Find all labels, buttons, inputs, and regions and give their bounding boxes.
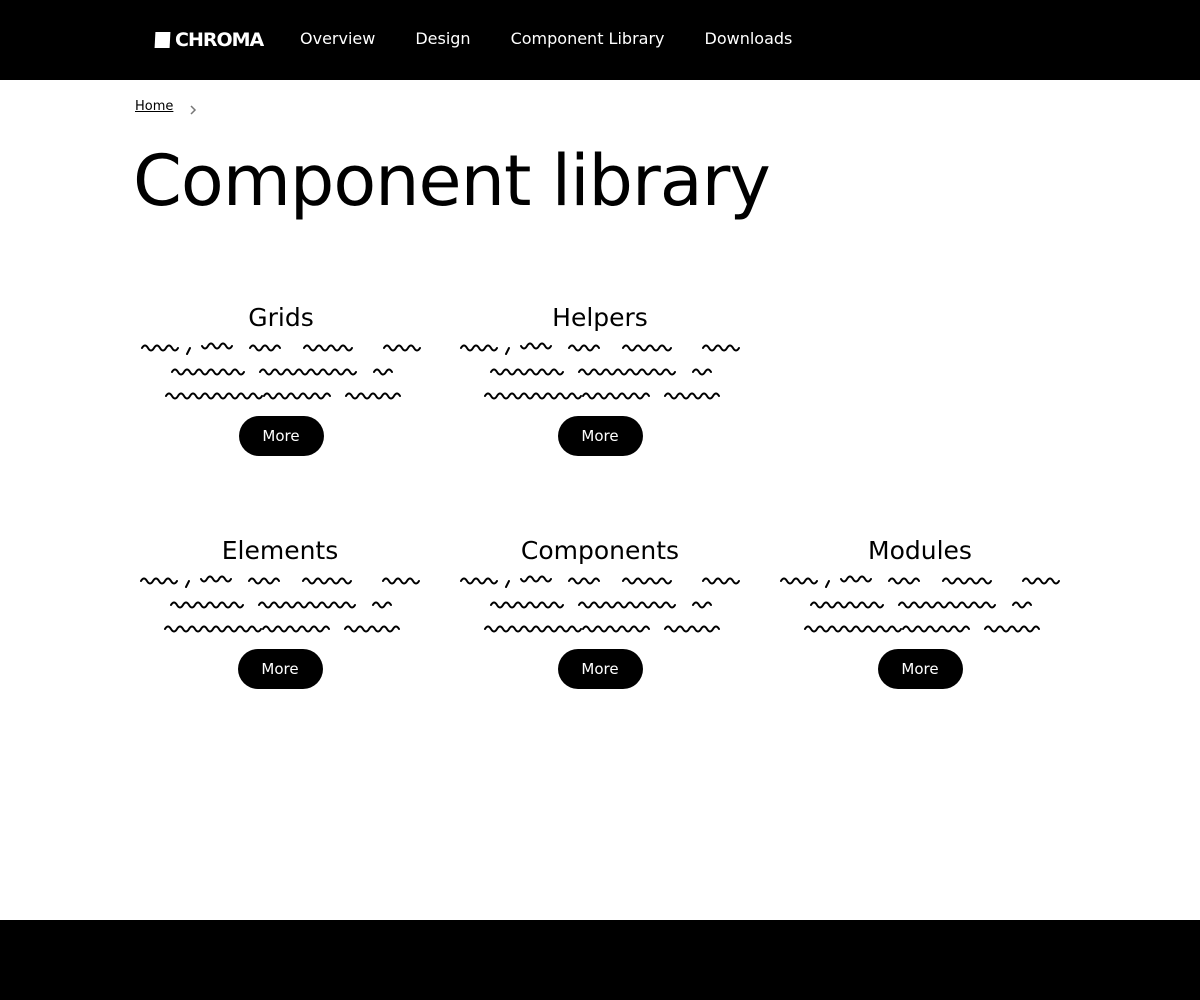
- placeholder-text-scribble: [141, 342, 421, 400]
- placeholder-text-scribble: [140, 575, 420, 633]
- placeholder-text-scribble: [780, 575, 1060, 633]
- placeholder-text-scribble: [460, 575, 740, 633]
- logo-square-icon: [154, 32, 171, 48]
- nav-item-downloads[interactable]: Downloads: [705, 29, 793, 48]
- more-button[interactable]: More: [237, 649, 323, 689]
- brand-name: CHROMA: [175, 29, 264, 51]
- more-button[interactable]: More: [557, 416, 643, 456]
- chevron-right-icon: [187, 101, 199, 115]
- breadcrumb-home-link[interactable]: Home: [135, 99, 173, 114]
- card-title: Elements: [221, 536, 339, 565]
- nav-item-overview[interactable]: Overview: [300, 29, 375, 48]
- card-modules: Modules More: [775, 533, 1065, 689]
- card-title: Modules: [868, 536, 972, 565]
- card-grids: Grids More: [136, 300, 426, 456]
- card-elements: Elements More: [135, 533, 425, 689]
- top-navigation-bar: CHROMA Overview Design Component Library…: [0, 0, 1200, 80]
- card-title: Helpers: [552, 303, 648, 332]
- more-button[interactable]: More: [557, 649, 643, 689]
- brand-logo-link[interactable]: CHROMA: [154, 27, 264, 53]
- nav-item-component-library[interactable]: Component Library: [511, 29, 665, 48]
- more-button[interactable]: More: [238, 416, 324, 456]
- main-nav: Overview Design Component Library Downlo…: [300, 29, 832, 48]
- card-helpers: Helpers More: [455, 300, 745, 456]
- card-components: Components More: [455, 533, 745, 689]
- more-button[interactable]: More: [877, 649, 963, 689]
- footer-bar: [0, 920, 1200, 1000]
- placeholder-text-scribble: [460, 342, 740, 400]
- page-title: Component library: [133, 140, 771, 222]
- card-title: Components: [520, 536, 680, 565]
- breadcrumb: Home: [135, 99, 199, 115]
- card-title: Grids: [248, 303, 314, 332]
- nav-item-design[interactable]: Design: [415, 29, 470, 48]
